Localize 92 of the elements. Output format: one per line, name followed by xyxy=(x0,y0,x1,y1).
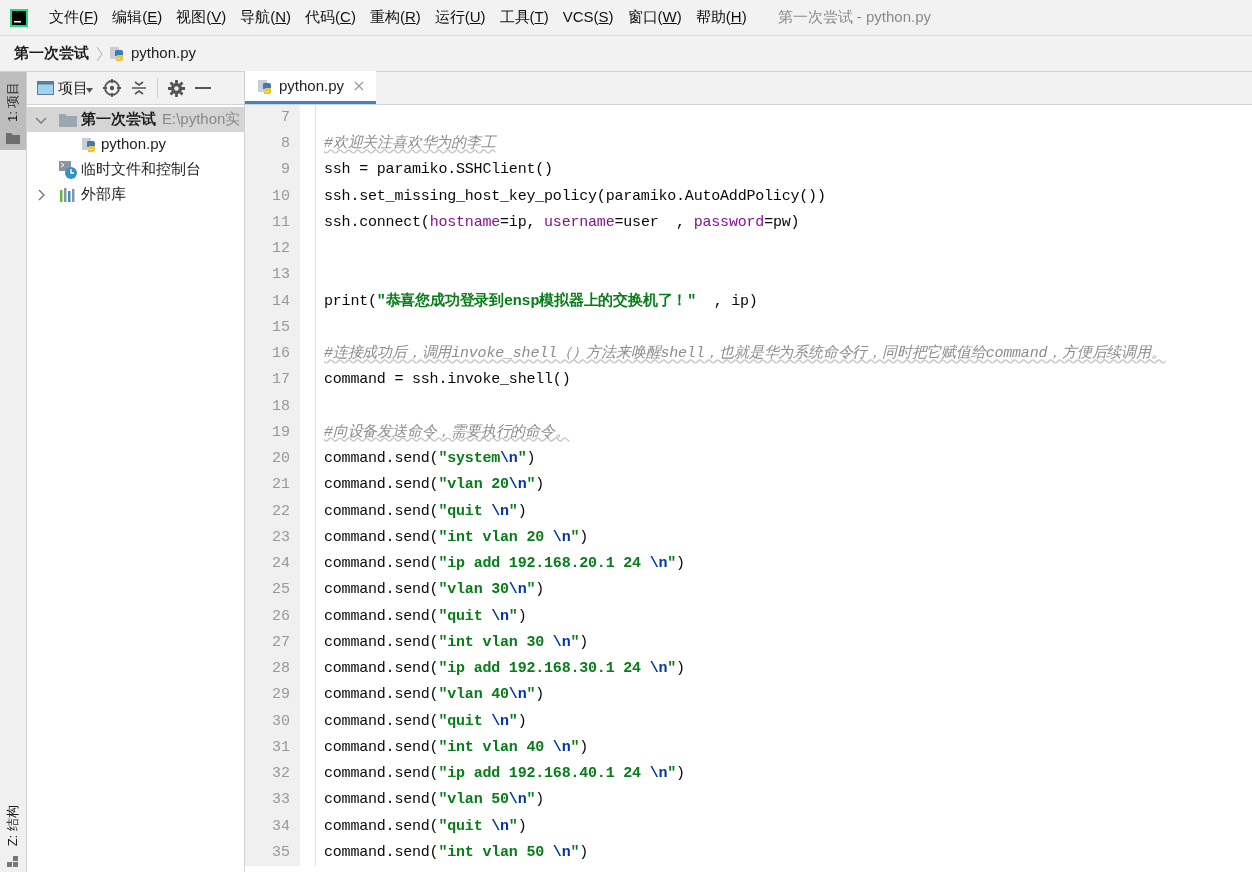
line-number: 26 xyxy=(272,606,290,627)
chevron-right-icon xyxy=(95,45,103,62)
code-line: #连接成功后，调用invoke_shell（）方法来唤醒shell，也就是华为系统命令行，同时把它赋值给command，方便后续调用。 xyxy=(323,343,1166,365)
app-logo-icon xyxy=(10,8,28,27)
caret-down-icon xyxy=(86,87,93,93)
tree-item[interactable]: python.py xyxy=(27,132,244,157)
line-number: 10 xyxy=(272,186,290,207)
line-number: 35 xyxy=(272,842,290,863)
code-line: command.send("vlan 40\n") xyxy=(323,685,545,706)
code-line: command.send("vlan 30\n") xyxy=(323,580,545,601)
menu-item[interactable]: VCS(S) xyxy=(555,3,621,32)
code-line: command.send("ip add 192.168.40.1 24 \n") xyxy=(323,764,685,785)
collapse-icon xyxy=(131,80,147,96)
menu-item[interactable]: 代码(C) xyxy=(298,3,363,32)
line-number: 21 xyxy=(272,475,290,496)
code-line: ssh.set_missing_host_key_policy(paramiko.AutoAddPolicy()) xyxy=(323,186,826,207)
menu-item[interactable]: 运行(U) xyxy=(427,3,493,32)
line-number: 13 xyxy=(272,265,290,286)
structure-icon xyxy=(7,856,19,868)
code-line: command.send("int vlan 30 \n") xyxy=(323,632,589,653)
code-line: command.send("ip add 192.168.30.1 24 \n") xyxy=(323,659,685,680)
code-line: command.send("int vlan 50 \n") xyxy=(323,842,589,863)
folder-icon xyxy=(6,132,20,144)
menu-item[interactable]: 重构(R) xyxy=(362,3,428,32)
line-number: 33 xyxy=(272,790,290,811)
line-number: 24 xyxy=(272,554,290,575)
line-number: 31 xyxy=(272,737,290,758)
code-line: command.send("ip add 192.168.20.1 24 \n") xyxy=(323,554,685,575)
line-number: 34 xyxy=(272,816,290,837)
minimize-icon xyxy=(195,86,211,90)
menu-item[interactable]: 帮助(H) xyxy=(688,3,754,32)
python-file-icon xyxy=(109,45,125,62)
code-line: ssh.connect(hostname=ip, username=user , password=pw) xyxy=(323,212,800,233)
side-tab[interactable]: 1: 项目 xyxy=(0,72,26,150)
line-number: 15 xyxy=(272,317,290,338)
line-number: 19 xyxy=(272,422,290,443)
line-number: 7 xyxy=(281,107,290,128)
project-view-dropdown[interactable]: 项目 xyxy=(37,76,93,100)
side-tab[interactable]: Z: 结构 xyxy=(0,796,26,856)
code-line: ssh = paramiko.SSHClient() xyxy=(323,160,553,181)
breadcrumb-item[interactable]: 第一次尝试 xyxy=(14,42,89,65)
code-line: command.send("quit \n") xyxy=(323,816,527,837)
editor-tab[interactable]: python.py xyxy=(245,71,377,104)
line-number: 16 xyxy=(272,344,290,365)
menu-item[interactable]: 视图(V) xyxy=(169,3,234,32)
window-title: 第一次尝试 - python.py xyxy=(777,7,931,28)
tree-item[interactable]: 外部库 xyxy=(27,182,244,207)
close-icon xyxy=(354,81,365,91)
code-line: command.send("quit \n") xyxy=(323,501,527,522)
window-icon xyxy=(37,81,54,95)
code-line: command.send("int vlan 40 \n") xyxy=(323,737,589,758)
line-number: 18 xyxy=(272,396,290,417)
code-line: command.send("int vlan 20 \n") xyxy=(323,527,589,548)
code-line: command.send("quit \n") xyxy=(323,711,527,732)
line-number: 30 xyxy=(272,711,290,732)
line-number: 32 xyxy=(272,764,290,785)
menu-item[interactable]: 导航(N) xyxy=(233,3,299,32)
line-number: 29 xyxy=(272,685,290,706)
tree-item[interactable]: 临时文件和控制台 xyxy=(27,157,244,182)
code-line: #向设备发送命令，需要执行的命令。 xyxy=(323,422,570,443)
line-number: 25 xyxy=(272,580,290,601)
code-line: #欢迎关注喜欢华为的李工 xyxy=(323,133,496,155)
code-line: command.send("vlan 50\n") xyxy=(323,790,545,811)
console-clock-icon xyxy=(59,160,77,179)
code-line: print("恭喜您成功登录到ensp模拟器上的交换机了！" , ip) xyxy=(323,291,758,312)
breadcrumb-item[interactable]: python.py xyxy=(131,42,197,65)
python-file-icon xyxy=(257,77,273,95)
menu-item[interactable]: 工具(T) xyxy=(492,3,556,32)
line-number: 23 xyxy=(272,527,290,548)
menu-item[interactable]: 编辑(E) xyxy=(105,3,170,32)
folder-icon xyxy=(59,112,77,127)
line-number: 20 xyxy=(272,449,290,470)
line-number: 17 xyxy=(272,370,290,391)
line-number: 22 xyxy=(272,501,290,522)
target-icon xyxy=(103,79,121,97)
line-number: 14 xyxy=(272,291,290,312)
line-number: 9 xyxy=(281,160,290,181)
menu-item[interactable]: 文件(F) xyxy=(42,3,106,32)
settings-icon xyxy=(168,79,185,97)
library-icon xyxy=(59,187,77,202)
code-line: command = ssh.invoke_shell() xyxy=(323,370,571,391)
code-line: command.send("system\n") xyxy=(323,449,536,470)
python-file-icon xyxy=(81,136,97,153)
line-number: 11 xyxy=(272,212,290,233)
line-number: 28 xyxy=(272,659,290,680)
line-number: 12 xyxy=(272,239,290,260)
line-number: 27 xyxy=(272,632,290,653)
code-line: command.send("vlan 20\n") xyxy=(323,475,545,496)
line-number: 8 xyxy=(281,134,290,155)
code-line: command.send("quit \n") xyxy=(323,606,527,627)
menu-item[interactable]: 窗口(W) xyxy=(620,3,689,32)
tree-item[interactable]: 第一次尝试 E:\python实 xyxy=(27,107,244,132)
